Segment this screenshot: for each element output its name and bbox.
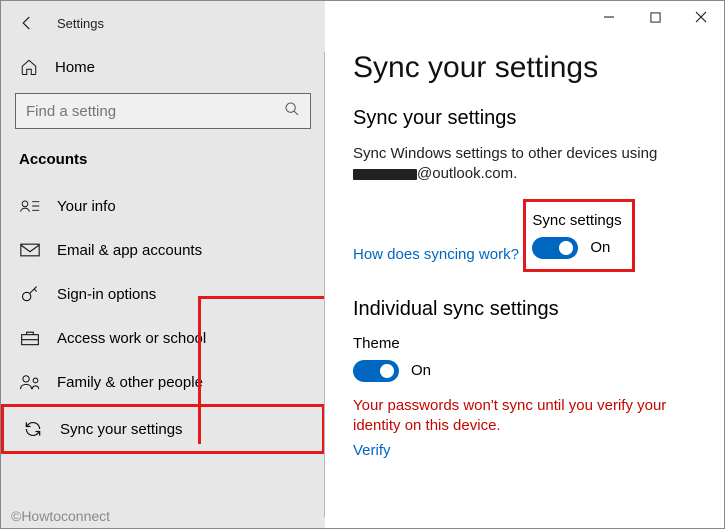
sync-toggle-label: Sync settings [532,212,621,229]
sync-description: Sync Windows settings to other devices u… [353,144,704,185]
sidebar-item-label: Sync your settings [60,421,183,438]
sidebar-item-label: Your info [57,198,116,215]
home-label: Home [55,59,95,76]
window-title: Settings [57,16,104,31]
theme-toggle-state: On [411,362,431,379]
sync-desc-text: Sync Windows settings to other devices u… [353,145,657,162]
close-button[interactable] [678,1,724,33]
sidebar-item-label: Access work or school [57,330,206,347]
search-icon [284,101,300,122]
sidebar-item-label: Family & other people [57,374,203,391]
password-warning: Your passwords won't sync until you veri… [353,396,704,437]
page-title: Sync your settings [353,51,704,85]
minimize-button[interactable] [586,1,632,33]
sidebar-item-work-school[interactable]: Access work or school [1,316,325,360]
section-sync-heading: Sync your settings [353,107,704,130]
theme-toggle[interactable] [353,360,399,382]
person-badge-icon [19,196,41,216]
sync-email-suffix: @outlook.com. [417,165,517,182]
home-nav[interactable]: Home [1,49,325,87]
mail-icon [19,240,41,260]
help-link[interactable]: How does syncing work? [353,246,519,263]
back-icon[interactable] [17,13,37,33]
maximize-button[interactable] [632,1,678,33]
sidebar-item-your-info[interactable]: Your info [1,184,325,228]
annotation-line [198,296,201,444]
window-controls [586,1,724,33]
sidebar-item-signin[interactable]: Sign-in options [1,272,325,316]
sidebar-item-family[interactable]: Family & other people [1,360,325,404]
sidebar-item-label: Sign-in options [57,286,156,303]
search-box[interactable] [15,93,311,129]
briefcase-icon [19,328,41,348]
annotation-highlight: Sync settings On [523,199,634,272]
key-icon [19,284,41,304]
watermark: ©Howtoconnect [11,508,110,524]
redacted-username [353,169,417,180]
sync-toggle[interactable] [532,237,578,259]
section-heading: Accounts [1,147,325,184]
sync-icon [22,419,44,439]
people-icon [19,372,41,392]
sidebar-item-sync[interactable]: Sync your settings [1,404,325,454]
section-individual-heading: Individual sync settings [353,298,704,321]
sidebar-item-email[interactable]: Email & app accounts [1,228,325,272]
home-icon [19,57,39,77]
verify-link[interactable]: Verify [353,442,391,459]
theme-toggle-label: Theme [353,335,704,352]
sidebar-item-label: Email & app accounts [57,242,202,259]
search-input[interactable] [26,103,245,120]
main-panel: Sync your settings Sync your settings Sy… [325,1,724,528]
sidebar: Settings Home Accounts Your info E [1,1,325,528]
settings-window: Settings Home Accounts Your info E [0,0,725,529]
sync-toggle-state: On [590,239,610,256]
